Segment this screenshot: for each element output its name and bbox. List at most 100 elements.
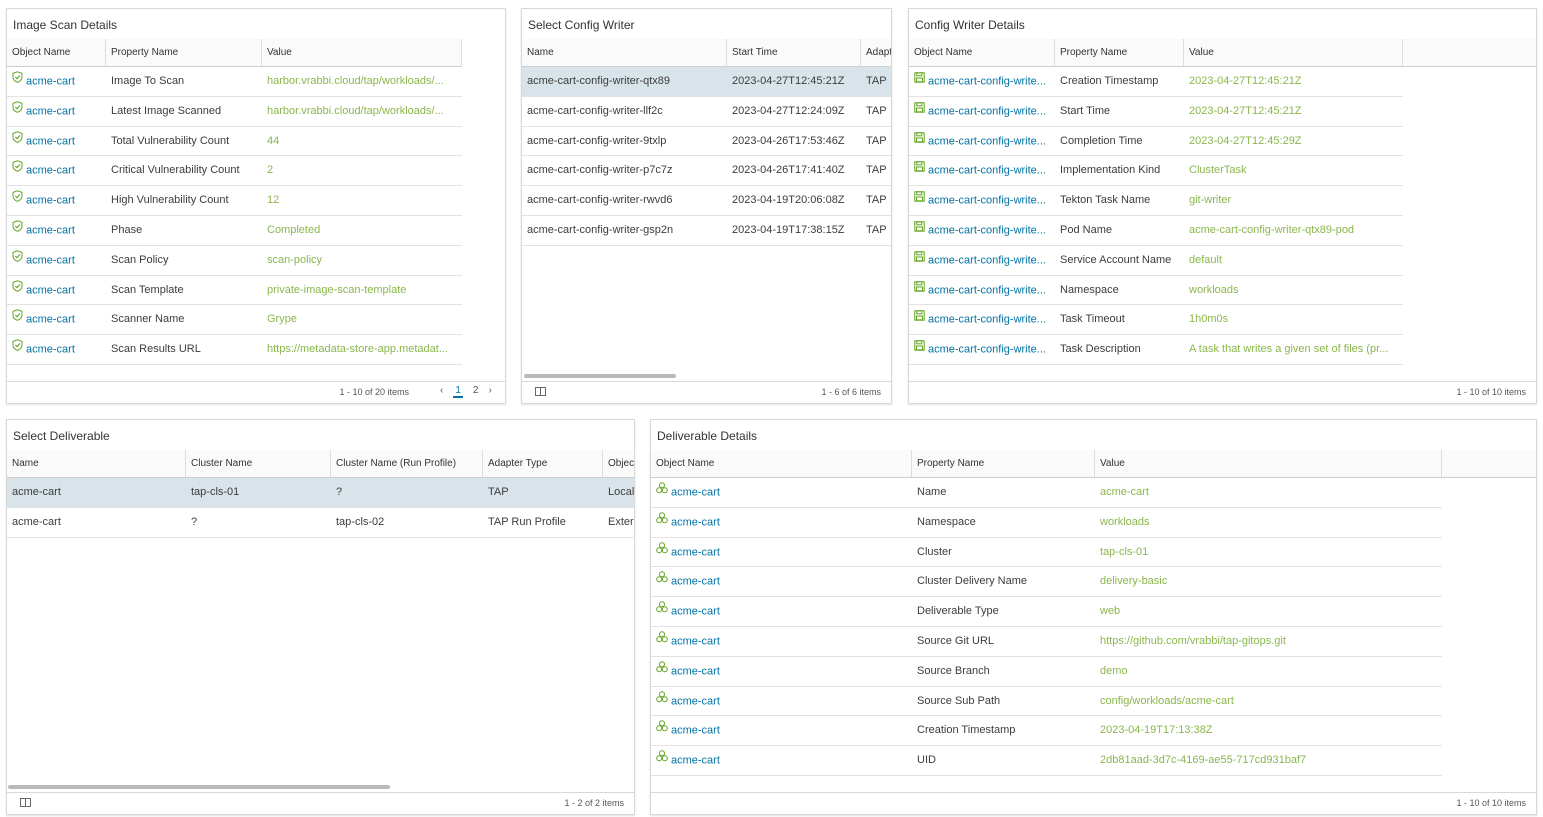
- object-name-link[interactable]: acme-cart: [651, 657, 912, 686]
- column-header-property-name[interactable]: Property Name: [106, 39, 262, 66]
- object-name-link[interactable]: acme-cart: [651, 508, 912, 537]
- table-row[interactable]: acme-cart-config-writer-p7c7z 2023-04-26T…: [522, 156, 891, 186]
- table-row[interactable]: acme-cart? tap-cls-02 TAP Run Profile Exter: [7, 508, 634, 538]
- table-row[interactable]: acme-cart Latest Image Scanned harbor.vrab…: [7, 97, 505, 127]
- table-row[interactable]: acme-cart-config-write... Task Timeout 1h0…: [909, 305, 1536, 335]
- column-header-object-name[interactable]: Object Name: [7, 39, 106, 66]
- column-toggle-icon[interactable]: [535, 387, 546, 396]
- table-row[interactable]: acme-cart-config-writer-9txlp 2023-04-26T…: [522, 127, 891, 157]
- table-row[interactable]: acme-cart Source Sub Path config/workloads…: [651, 687, 1536, 717]
- adapter-cell: TAP: [861, 216, 891, 245]
- column-header-value[interactable]: Value: [1095, 450, 1442, 477]
- object-name-link[interactable]: acme-cart: [7, 305, 106, 334]
- object-name-link[interactable]: acme-cart: [651, 538, 912, 567]
- table-row[interactable]: acme-cart Source Git URL https://github.co…: [651, 627, 1536, 657]
- table-row[interactable]: acme-cart-config-writer-llf2c 2023-04-27T…: [522, 97, 891, 127]
- object-name-link[interactable]: acme-cart: [7, 276, 106, 305]
- table-row[interactable]: acme-cart Deliverable Type web: [651, 597, 1536, 627]
- property-name-cell: Source Git URL: [912, 627, 1095, 656]
- table-row[interactable]: acme-cart Cluster Delivery Name delivery-b…: [651, 567, 1536, 597]
- object-name-link[interactable]: acme-cart-config-write...: [909, 335, 1055, 364]
- table-row[interactable]: acme-cart tap-cls-01? TAP Local: [7, 478, 634, 508]
- object-name-link[interactable]: acme-cart: [651, 687, 912, 716]
- object-name-link[interactable]: acme-cart-config-write...: [909, 97, 1055, 126]
- column-header-name[interactable]: Name: [7, 450, 186, 477]
- next-page-button[interactable]: ›: [488, 385, 491, 396]
- page-1-button[interactable]: 1: [453, 385, 463, 398]
- table-row[interactable]: acme-cart-config-write... Service Account…: [909, 246, 1536, 276]
- table-row[interactable]: acme-cart Scan Results URL https://metadat…: [7, 335, 505, 365]
- object-name-link[interactable]: acme-cart: [7, 335, 106, 364]
- column-header-cluster-name-run-profile[interactable]: Cluster Name (Run Profile): [331, 450, 483, 477]
- table-row[interactable]: acme-cart Source Branch demo: [651, 657, 1536, 687]
- page-2-button[interactable]: 2: [473, 385, 479, 396]
- object-name-link[interactable]: acme-cart: [651, 746, 912, 775]
- object-name-link[interactable]: acme-cart: [7, 127, 106, 156]
- horizontal-scrollbar[interactable]: [524, 374, 676, 378]
- value-cell: git-writer: [1184, 186, 1403, 215]
- object-name-link[interactable]: acme-cart-config-write...: [909, 276, 1055, 305]
- object-name-link[interactable]: acme-cart: [651, 597, 912, 626]
- object-name-link[interactable]: acme-cart-config-write...: [909, 186, 1055, 215]
- table-row[interactable]: acme-cart-config-write... Creation Timest…: [909, 67, 1536, 97]
- table-row[interactable]: acme-cart-config-write... Tekton Task Nam…: [909, 186, 1536, 216]
- column-header-object-name[interactable]: Object Name: [651, 450, 912, 477]
- object-name-link[interactable]: acme-cart: [7, 216, 106, 245]
- object-name-link[interactable]: acme-cart: [651, 478, 912, 507]
- table-row[interactable]: acme-cart Creation Timestamp 2023-04-19T17…: [651, 716, 1536, 746]
- table-row[interactable]: acme-cart High Vulnerability Count 12: [7, 186, 505, 216]
- object-name-link[interactable]: acme-cart: [651, 716, 912, 745]
- table-row[interactable]: acme-cart-config-writer-rwvd6 2023-04-19T…: [522, 186, 891, 216]
- table-row[interactable]: acme-cart-config-write... Task Descriptio…: [909, 335, 1536, 365]
- table-row[interactable]: acme-cart-config-write... Implementation …: [909, 156, 1536, 186]
- table-row[interactable]: acme-cart Name acme-cart: [651, 478, 1536, 508]
- object-name-link[interactable]: acme-cart-config-write...: [909, 156, 1055, 185]
- horizontal-scrollbar[interactable]: [8, 785, 390, 789]
- column-header-value[interactable]: Value: [262, 39, 462, 66]
- table-header: Name Start Time Adapt: [522, 39, 891, 67]
- column-header-cluster-name[interactable]: Cluster Name: [186, 450, 331, 477]
- adapter-type-cell-text: TAP Run Profile: [488, 515, 566, 528]
- value-cell: Completed: [262, 216, 462, 245]
- table-row[interactable]: acme-cart-config-writer-gsp2n 2023-04-19T…: [522, 216, 891, 246]
- object-name-link[interactable]: acme-cart: [7, 97, 106, 126]
- object-name-link[interactable]: acme-cart: [7, 156, 106, 185]
- column-header-start-time[interactable]: Start Time: [727, 39, 861, 66]
- table-row[interactable]: acme-cart Phase Completed: [7, 216, 505, 246]
- column-header-adapter[interactable]: Adapt: [861, 39, 891, 66]
- object-name-link[interactable]: acme-cart: [651, 627, 912, 656]
- table-row[interactable]: acme-cart Scan Template private-image-scan…: [7, 276, 505, 306]
- column-header-object[interactable]: Objec: [603, 450, 634, 477]
- table-row[interactable]: acme-cart Critical Vulnerability Count 2: [7, 156, 505, 186]
- table-row[interactable]: acme-cart-config-write... Start Time 2023-…: [909, 97, 1536, 127]
- table-row[interactable]: acme-cart Image To Scan harbor.vrabbi.clou…: [7, 67, 505, 97]
- table-row[interactable]: acme-cart-config-writer-qtx89 2023-04-27T…: [522, 67, 891, 97]
- column-toggle-icon[interactable]: [20, 798, 31, 807]
- table-row[interactable]: acme-cart-config-write... Namespace worklo…: [909, 276, 1536, 306]
- column-header-object-name[interactable]: Object Name: [909, 39, 1055, 66]
- object-name-link[interactable]: acme-cart: [651, 567, 912, 596]
- column-header-property-name[interactable]: Property Name: [1055, 39, 1184, 66]
- object-name-link[interactable]: acme-cart: [7, 246, 106, 275]
- table-row[interactable]: acme-cart UID 2db81aad-3d7c-4169-ae55-717c…: [651, 746, 1536, 776]
- object-name-link[interactable]: acme-cart-config-write...: [909, 216, 1055, 245]
- object-name-link[interactable]: acme-cart: [7, 186, 106, 215]
- object-name-link[interactable]: acme-cart-config-write...: [909, 305, 1055, 334]
- table-row[interactable]: acme-cart Scanner Name Grype: [7, 305, 505, 335]
- cluster-name-cell: tap-cls-01: [186, 478, 331, 507]
- column-header-property-name[interactable]: Property Name: [912, 450, 1095, 477]
- prev-page-button[interactable]: ‹: [440, 385, 443, 396]
- table-row[interactable]: acme-cart Cluster tap-cls-01: [651, 538, 1536, 568]
- object-name-link[interactable]: acme-cart-config-write...: [909, 246, 1055, 275]
- column-header-name[interactable]: Name: [522, 39, 727, 66]
- column-header-value[interactable]: Value: [1184, 39, 1403, 66]
- object-name-link[interactable]: acme-cart-config-write...: [909, 127, 1055, 156]
- table-row[interactable]: acme-cart Total Vulnerability Count 44: [7, 127, 505, 157]
- table-row[interactable]: acme-cart-config-write... Pod Name acme-ca…: [909, 216, 1536, 246]
- table-row[interactable]: acme-cart Scan Policy scan-policy: [7, 246, 505, 276]
- table-row[interactable]: acme-cart-config-write... Completion Time…: [909, 127, 1536, 157]
- column-header-adapter-type[interactable]: Adapter Type: [483, 450, 603, 477]
- object-name-link[interactable]: acme-cart-config-write...: [909, 67, 1055, 96]
- object-name-link[interactable]: acme-cart: [7, 67, 106, 96]
- table-row[interactable]: acme-cart Namespace workloads: [651, 508, 1536, 538]
